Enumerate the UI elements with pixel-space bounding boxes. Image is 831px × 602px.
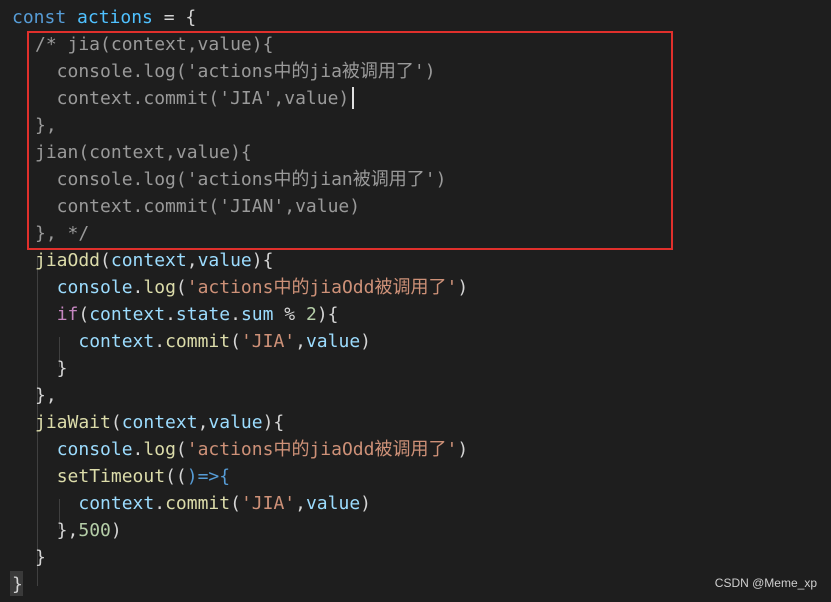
code-token: . [165,304,176,325]
code-token: . [154,493,166,514]
code-token: if [56,304,79,325]
code-line[interactable]: context.commit('JIA',value) [35,490,371,517]
annotation-highlight-box [27,31,673,250]
code-token: value [305,331,361,352]
code-token: , [295,331,306,352]
code-token: actions [77,7,153,28]
code-token: console [56,277,133,298]
code-token: } [35,547,46,568]
code-token: }, [35,520,79,541]
code-token: console [56,439,133,460]
code-token: 2 [305,304,317,325]
code-token: . [230,304,241,325]
code-token: commit [165,331,231,352]
code-token: context [78,331,155,352]
code-token: ( [175,439,187,460]
code-token: = { [152,7,197,28]
code-token: log [143,439,176,460]
code-token: ) [457,277,469,298]
code-token: context [89,304,166,325]
code-token: state [175,304,231,325]
code-token: setTimeout [56,466,166,487]
code-token: 'actions中的jiaOdd被调用了' [186,277,458,298]
code-token: ) [360,493,371,514]
code-line[interactable]: setTimeout(()=>{ [35,463,230,490]
code-token: 'JIA' [240,493,296,514]
code-token: jiaOdd [35,250,101,271]
code-token: ( [230,331,241,352]
code-token: )=>{ [186,466,231,487]
code-token: ( [110,412,122,433]
code-line[interactable]: } [35,544,46,571]
code-token: ) [360,331,371,352]
code-token: ( [230,493,241,514]
code-token: context [78,493,155,514]
code-token: . [154,331,166,352]
code-token: ){ [316,304,339,325]
text-cursor [352,87,354,109]
watermark: CSDN @Meme_xp [714,576,817,590]
code-token: ( [100,250,111,271]
code-line[interactable]: console.log('actions中的jiaOdd被调用了') [35,436,468,463]
code-line[interactable]: console.log('actions中的jiaOdd被调用了') [35,274,468,301]
code-token: , [186,250,198,271]
code-token: , [197,412,209,433]
code-editor[interactable]: const actions = {/* jia(context,value){ … [0,0,831,602]
code-token: context [121,412,198,433]
code-token: log [143,277,176,298]
code-token: } [12,574,23,595]
code-line[interactable]: if(context.state.sum % 2){ [35,301,339,328]
code-token: . [132,277,144,298]
code-token: ){ [262,412,285,433]
code-token: ){ [251,250,274,271]
code-token: value [208,412,263,433]
code-token: sum [240,304,274,325]
code-token: ( [78,304,90,325]
code-token: }, [35,385,57,406]
code-token: jiaWait [35,412,111,433]
code-token: context [110,250,187,271]
code-token: , [295,493,306,514]
code-token: ) [110,520,122,541]
code-token: 'JIA' [240,331,296,352]
code-token: 'actions中的jiaOdd被调用了' [186,439,458,460]
code-token: ( [175,277,187,298]
code-token: value [305,493,361,514]
code-line[interactable]: } [12,571,23,598]
code-token: value [197,250,252,271]
code-token: commit [165,493,231,514]
code-token: ) [457,439,469,460]
code-line[interactable]: },500) [35,517,122,544]
code-line[interactable]: jiaWait(context,value){ [35,409,284,436]
code-line[interactable]: }, [35,382,57,409]
code-line[interactable]: context.commit('JIA',value) [35,328,371,355]
code-token: 500 [78,520,111,541]
code-token: } [35,358,68,379]
code-line[interactable]: } [35,355,68,382]
code-token: % [273,304,306,325]
code-token: . [132,439,144,460]
code-line[interactable]: const actions = { [12,4,196,31]
code-token: const [12,7,78,28]
code-line[interactable]: jiaOdd(context,value){ [35,247,273,274]
code-token: (( [165,466,187,487]
